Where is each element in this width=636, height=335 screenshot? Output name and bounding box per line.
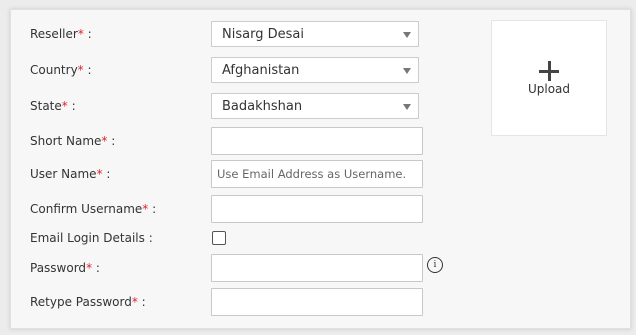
country-select[interactable]: Afghanistan [211,57,419,83]
state-select[interactable]: Badakhshan [211,93,419,119]
password-label: Password* : [30,261,100,275]
country-row: Country* : Afghanistan [11,54,481,86]
short-name-input[interactable] [212,128,422,154]
short-name-row: Short Name* : [11,125,481,157]
upload-label: Upload [527,82,571,96]
plus-icon [539,61,559,81]
country-selected-value: Afghanistan [222,63,300,78]
state-row: State* : Badakhshan [11,90,481,122]
email-login-checkbox[interactable] [212,231,226,245]
chevron-down-icon [403,32,411,38]
retype-password-input[interactable] [212,289,422,315]
upload-button[interactable]: Upload [491,20,607,136]
retype-password-field[interactable] [211,288,423,316]
reseller-selected-value: Nisarg Desai [222,27,304,42]
chevron-down-icon [403,104,411,110]
confirm-username-row: Confirm Username* : [11,193,481,225]
country-label: Country* : [30,63,92,77]
state-selected-value: Badakhshan [222,99,303,114]
confirm-username-label: Confirm Username* : [30,202,157,216]
password-input[interactable] [212,255,422,281]
reseller-user-form: Reseller* : Nisarg Desai Country* : Afgh… [10,9,631,329]
confirm-username-field[interactable] [211,195,423,223]
short-name-field[interactable] [211,127,423,155]
state-label: State* : [30,99,76,113]
user-name-field[interactable] [211,160,423,188]
user-name-label: User Name* : [30,167,111,181]
email-login-label: Email Login Details : [30,231,153,245]
info-icon[interactable]: i [427,257,443,273]
password-field[interactable] [211,254,423,282]
email-login-row: Email Login Details : [11,222,481,254]
password-row: Password* : i [11,252,481,284]
chevron-down-icon [403,68,411,74]
user-name-row: User Name* : [11,158,481,190]
reseller-row: Reseller* : Nisarg Desai [11,18,481,50]
user-name-input[interactable] [212,161,422,187]
retype-password-label: Retype Password* : [30,295,146,309]
retype-password-row: Retype Password* : [11,286,481,318]
reseller-select[interactable]: Nisarg Desai [211,21,419,47]
confirm-username-input[interactable] [212,196,422,222]
reseller-label: Reseller* : [30,27,92,41]
short-name-label: Short Name* : [30,134,116,148]
